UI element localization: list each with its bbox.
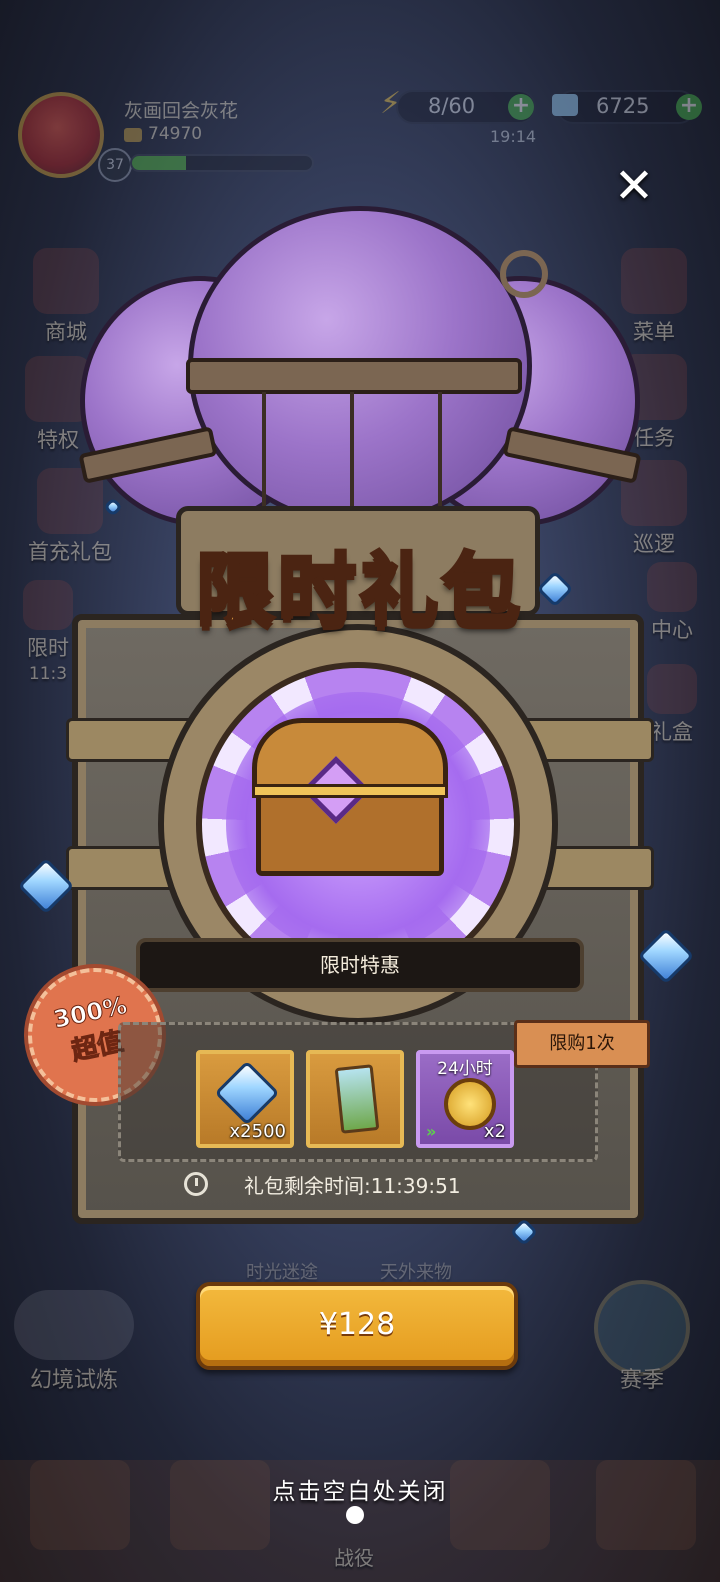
- xp-bar-fill: [132, 156, 186, 170]
- item-duration-tag: 24小时: [437, 1059, 493, 1079]
- reward-item-coin[interactable]: 24小时 » x2: [416, 1050, 514, 1148]
- faded-label-right: 天外来物: [380, 1262, 452, 1283]
- paw-icon: [124, 128, 142, 142]
- lightning-icon: ⚡: [380, 86, 402, 121]
- faded-label-left: 时光迷途: [246, 1262, 318, 1283]
- energy-value: 8/60: [428, 94, 476, 118]
- remaining-time: 礼包剩余时间:11:39:51: [244, 1174, 461, 1198]
- gems-plus-button[interactable]: +: [676, 94, 702, 120]
- rope: [438, 392, 442, 522]
- item-quantity: x2500: [229, 1121, 286, 1142]
- fast-forward-icon: »: [426, 1122, 437, 1141]
- popup-title: 限时礼包: [194, 544, 524, 638]
- rope: [350, 392, 354, 522]
- giftbox-icon: [647, 664, 697, 714]
- player-avatar[interactable]: [18, 92, 104, 178]
- season-label[interactable]: 赛季: [620, 1362, 664, 1394]
- side-item-menu[interactable]: 菜单: [614, 248, 694, 346]
- diamond-icon: [552, 94, 578, 116]
- diamond-icon: [214, 1060, 280, 1126]
- item-quantity: x2: [483, 1121, 506, 1142]
- card-icon: [334, 1064, 380, 1134]
- wind-key-icon: [500, 250, 548, 298]
- buy-button[interactable]: ¥128: [196, 1282, 518, 1370]
- player-level-badge: 37: [98, 148, 132, 182]
- gems-value: 6725: [596, 94, 650, 118]
- menu-icon: [621, 248, 687, 314]
- close-hint[interactable]: 点击空白处关闭: [0, 1472, 720, 1506]
- energy-plus-button[interactable]: +: [508, 94, 534, 120]
- purchase-limit-tag: 限购1次: [514, 1020, 650, 1068]
- energy-timer: 19:14: [490, 127, 537, 146]
- battle-label[interactable]: 战役: [334, 1542, 374, 1571]
- balloon-band: [186, 358, 522, 394]
- xp-bar: [130, 154, 314, 172]
- popup-banner: 限时特惠: [136, 938, 584, 992]
- reward-item-card[interactable]: [306, 1050, 404, 1148]
- rope: [262, 392, 266, 522]
- player-score: 74970: [148, 124, 203, 144]
- film-reel-icon: [14, 1290, 134, 1360]
- close-icon[interactable]: ✕: [608, 160, 660, 212]
- reward-item-diamonds[interactable]: x2500: [196, 1050, 294, 1148]
- side-item-shop[interactable]: 商城: [26, 248, 106, 346]
- floating-gem-icon: [637, 927, 695, 985]
- clock-icon: [184, 1172, 208, 1196]
- shop-icon: [33, 248, 99, 314]
- player-name: 灰画回会灰花: [124, 100, 239, 122]
- page-indicator-dot: [346, 1506, 364, 1524]
- treasure-chest-icon: [252, 718, 448, 878]
- trial-label[interactable]: 幻境试炼: [30, 1362, 118, 1394]
- side-item-timer: 11:3: [28, 664, 68, 684]
